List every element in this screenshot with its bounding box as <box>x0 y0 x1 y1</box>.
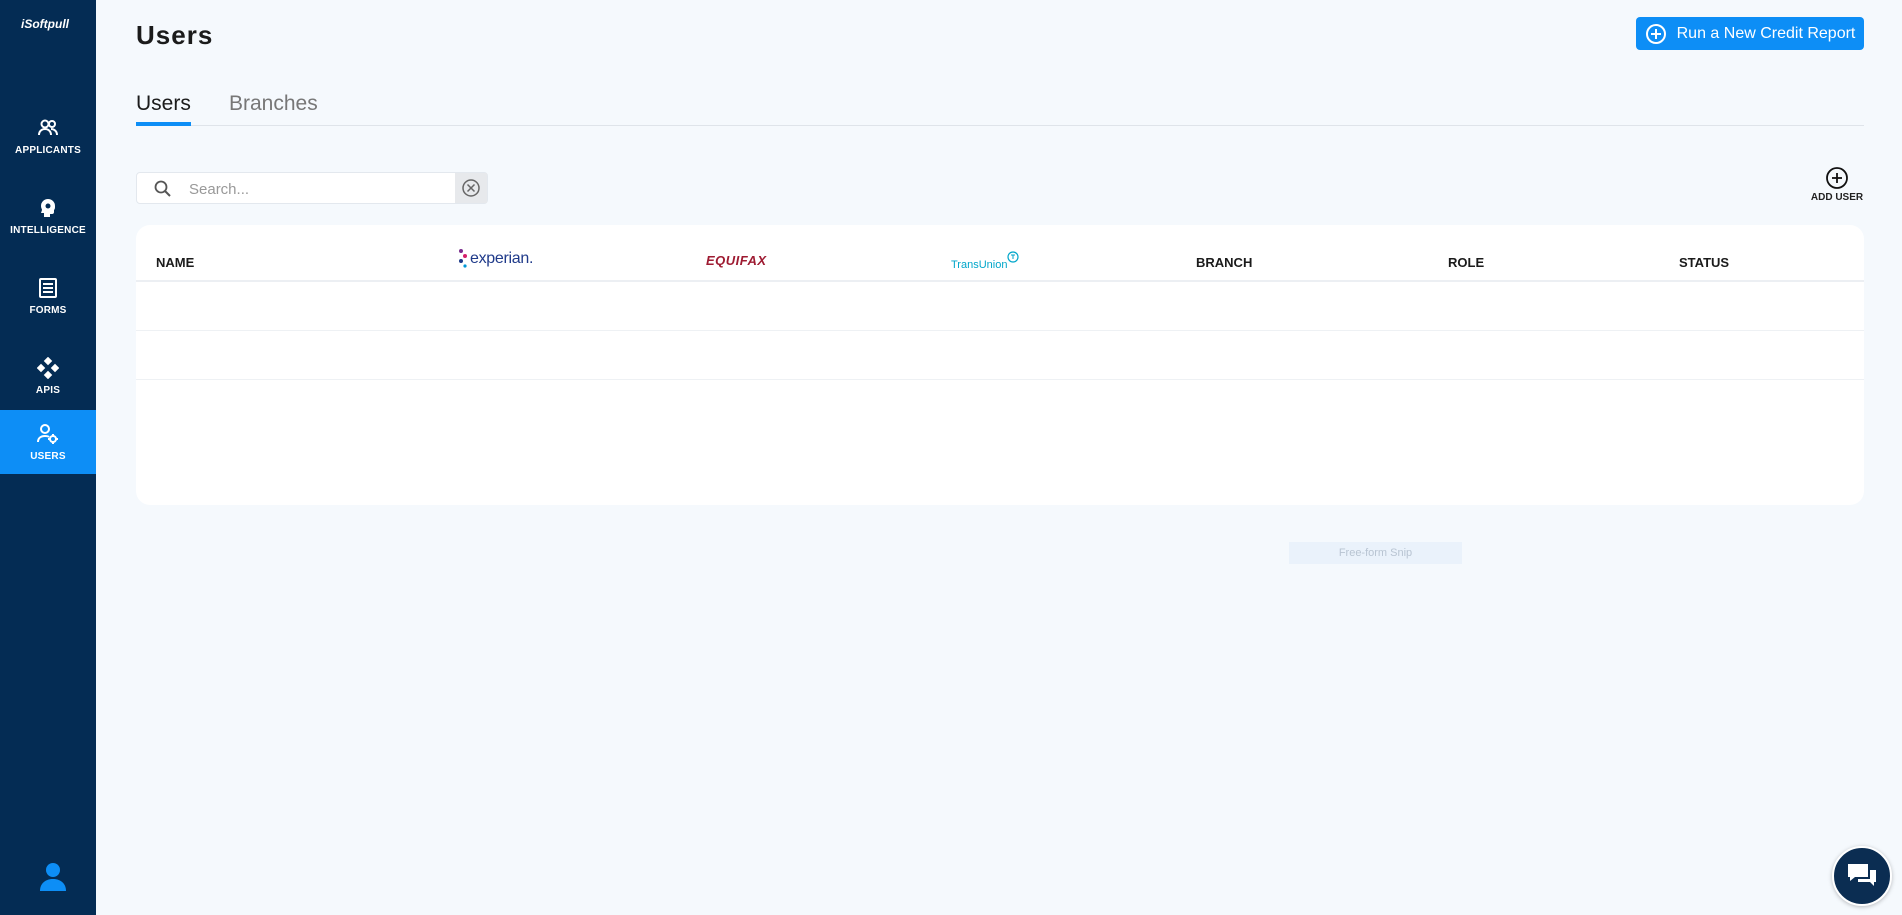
sidebar-item-users[interactable]: USERS <box>0 410 96 474</box>
applicants-icon <box>37 117 59 139</box>
run-credit-report-label: Run a New Credit Report <box>1676 24 1856 42</box>
user-avatar-icon[interactable] <box>37 860 69 892</box>
sidebar-item-label: USERS <box>30 450 66 462</box>
transunion-logo-icon <box>1007 251 1020 263</box>
add-user-label: ADD USER <box>1810 192 1864 203</box>
experian-logo-icon <box>459 249 467 268</box>
transunion-label: TransUnion <box>951 259 1008 271</box>
sidebar-item-intelligence[interactable]: INTELLIGENCE <box>0 184 96 248</box>
users-table: NAME experian. EQUIFAX TransUnion BRANCH… <box>136 225 1864 505</box>
sidebar-item-label: FORMS <box>29 304 67 316</box>
column-header-experian[interactable]: experian. <box>458 247 533 271</box>
column-header-equifax[interactable]: EQUIFAX <box>706 253 767 268</box>
chat-button[interactable] <box>1832 846 1892 906</box>
search-input[interactable] <box>189 177 449 201</box>
column-header-role[interactable]: ROLE <box>1448 255 1484 270</box>
search-icon <box>153 179 173 199</box>
sidebar-item-apis[interactable]: APIS <box>0 344 96 408</box>
main-content: Users Run a New Credit Report Users Bran… <box>96 0 1902 915</box>
table-row-divider <box>136 379 1864 380</box>
snip-tooltip: Free-form Snip <box>1289 542 1462 564</box>
tab-users[interactable]: Users <box>136 92 191 126</box>
sidebar-item-forms[interactable]: FORMS <box>0 264 96 328</box>
intelligence-icon <box>37 197 59 219</box>
experian-label: experian. <box>470 250 534 267</box>
sidebar-item-label: APPLICANTS <box>15 144 81 156</box>
chat-icon <box>1848 864 1876 886</box>
apis-icon <box>37 356 59 379</box>
column-header-status[interactable]: STATUS <box>1679 255 1729 270</box>
brand-logo[interactable]: iSoftpull <box>21 17 69 31</box>
forms-icon <box>37 277 59 299</box>
page-title: Users <box>136 20 214 50</box>
users-icon <box>37 423 59 445</box>
table-header: NAME experian. EQUIFAX TransUnion BRANCH… <box>136 225 1864 282</box>
column-header-name[interactable]: NAME <box>156 255 194 270</box>
tab-branches[interactable]: Branches <box>229 92 318 122</box>
sidebar-item-label: APIS <box>35 384 61 396</box>
sidebar-item-applicants[interactable]: APPLICANTS <box>0 104 96 168</box>
add-user-button[interactable]: ADD USER <box>1810 166 1864 210</box>
close-circle-icon <box>462 179 480 197</box>
run-credit-report-button[interactable]: Run a New Credit Report <box>1636 17 1864 50</box>
column-header-transunion[interactable]: TransUnion <box>951 251 1020 271</box>
table-row-divider <box>136 330 1864 331</box>
search-box <box>136 172 488 204</box>
column-header-branch[interactable]: BRANCH <box>1196 255 1252 270</box>
sidebar-item-label: INTELLIGENCE <box>10 224 86 236</box>
clear-search-button[interactable] <box>455 173 487 203</box>
tab-bar: Users Branches <box>136 92 1864 126</box>
sidebar: iSoftpull APPLICANTS INTELLIGENCE FORMS … <box>0 0 96 915</box>
plus-circle-icon <box>1645 23 1667 45</box>
plus-circle-icon <box>1825 166 1849 190</box>
